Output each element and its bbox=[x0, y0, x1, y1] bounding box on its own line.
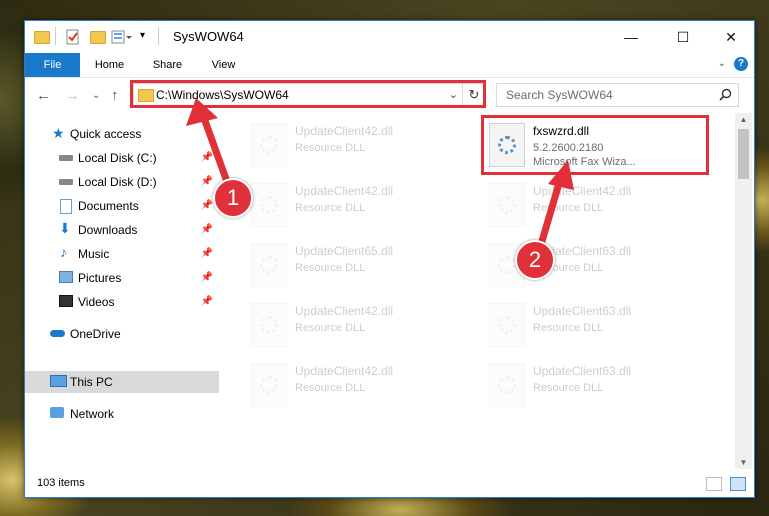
arrow-two bbox=[536, 160, 574, 252]
arrow-one bbox=[186, 98, 234, 194]
callout-number-one: 1 bbox=[213, 178, 253, 218]
annotation-arrows bbox=[186, 98, 574, 252]
callout-number-two: 2 bbox=[515, 240, 555, 280]
